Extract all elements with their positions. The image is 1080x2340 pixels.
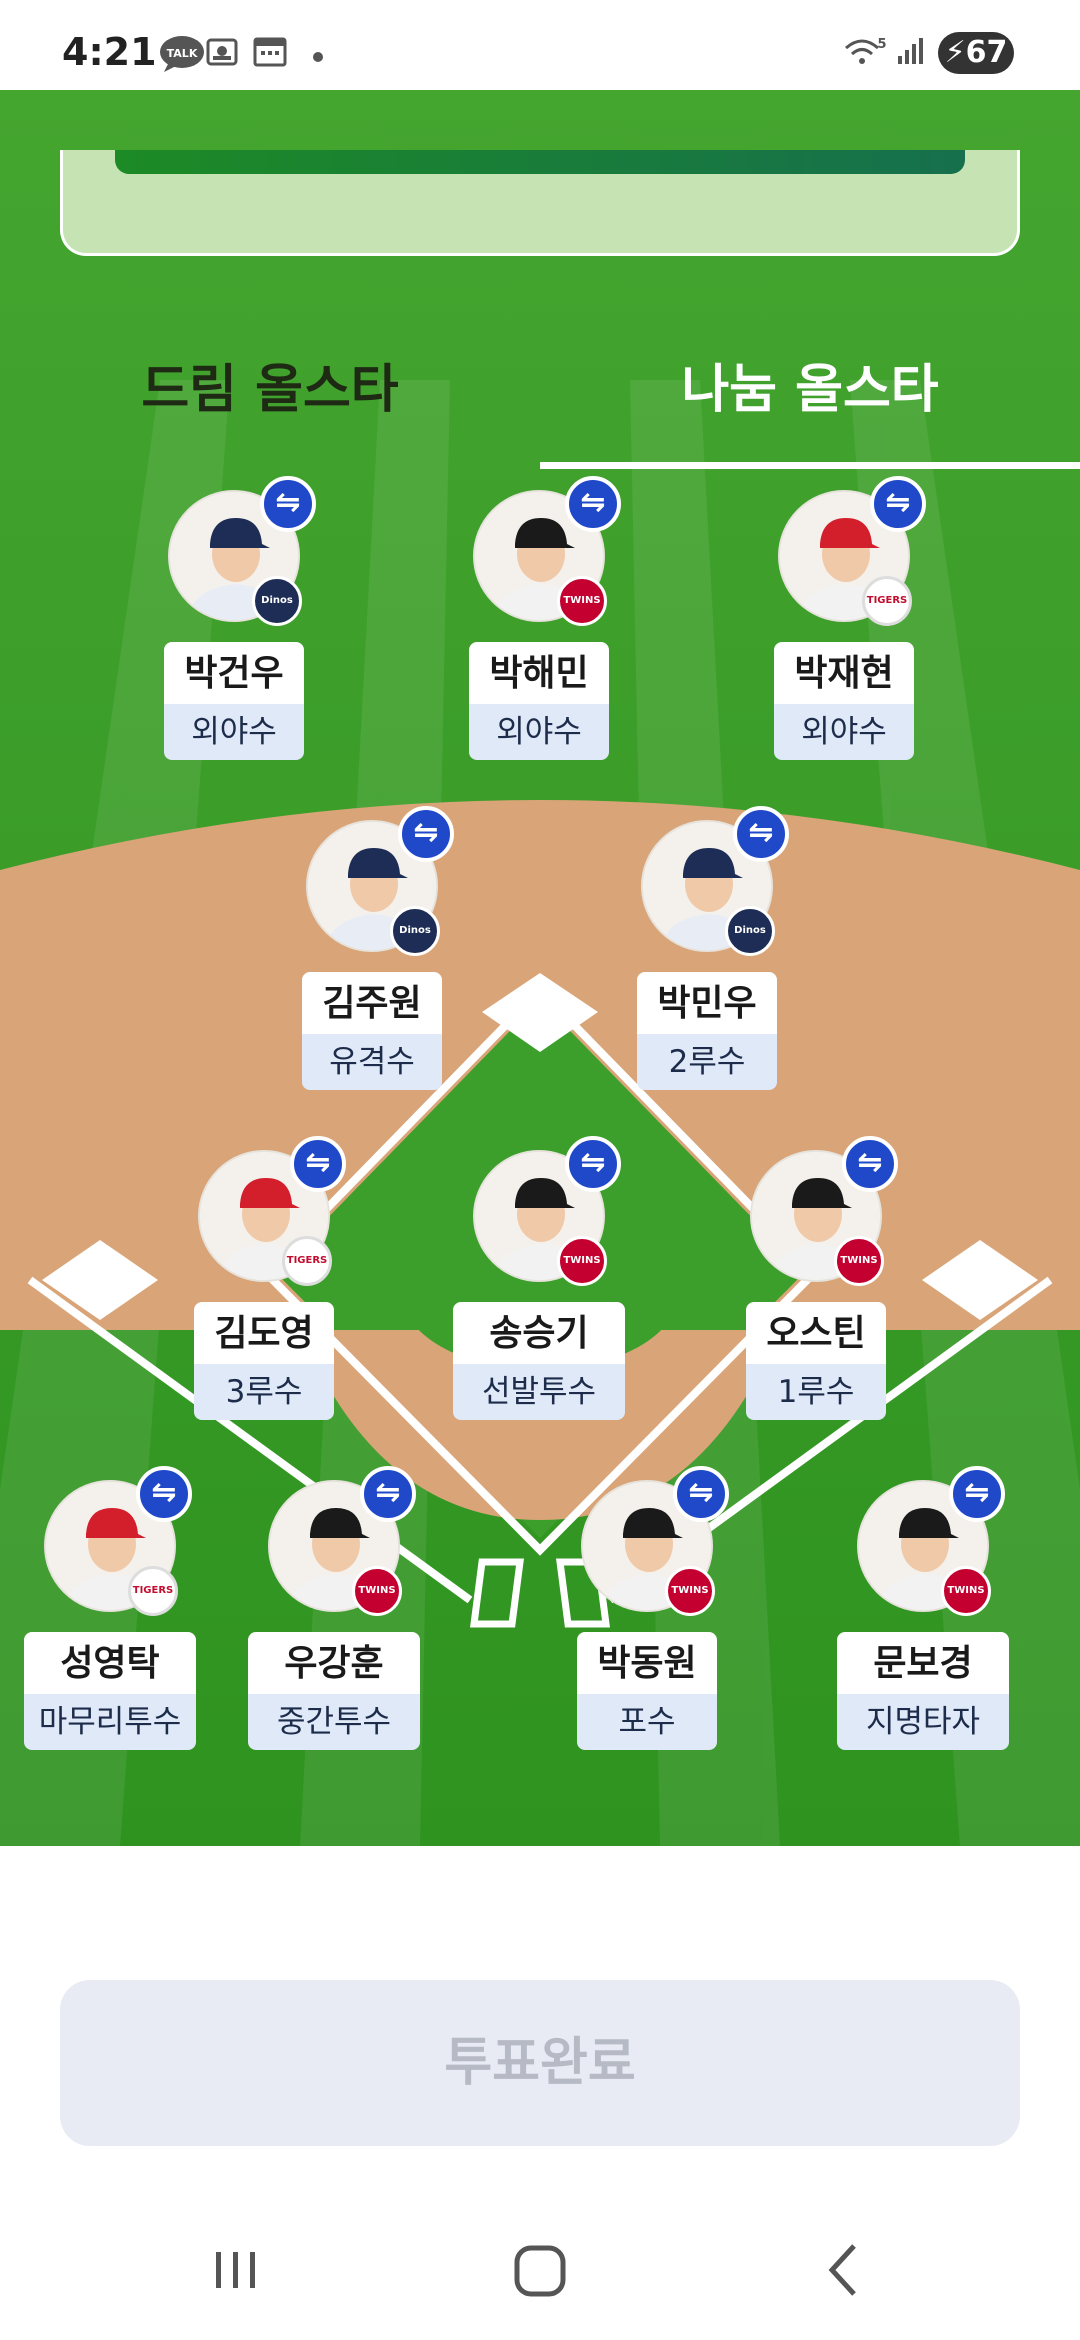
team-logo-icon: Dinos	[252, 576, 302, 626]
player-name: 오스틴	[746, 1302, 886, 1364]
team-logo-icon: TIGERS	[282, 1236, 332, 1286]
team-logo-icon: TWINS	[665, 1566, 715, 1616]
player-name-tag: 오스틴 1루수	[746, 1302, 886, 1420]
player-name-tag: 문보경 지명타자	[837, 1632, 1009, 1750]
player-position: 2루수	[637, 1034, 777, 1090]
battery-charging-icon: ⚡	[944, 35, 966, 70]
player-card[interactable]: ⇋ TWINS 송승기 선발투수	[453, 1136, 625, 1420]
battery-indicator: ⚡67	[938, 32, 1014, 74]
team-logo-icon: TWINS	[557, 1236, 607, 1286]
system-nav-bar	[0, 2200, 1080, 2340]
player-name: 우강훈	[248, 1632, 420, 1694]
recent-apps-icon[interactable]	[196, 2238, 276, 2302]
player-position: 선발투수	[453, 1364, 625, 1420]
team-logo-icon: TWINS	[834, 1236, 884, 1286]
player-name-tag: 박재현 외야수	[774, 642, 914, 760]
player-card[interactable]: ⇋ Dinos 박민우 2루수	[637, 806, 789, 1090]
player-card[interactable]: ⇋ Dinos 김주원 유격수	[302, 806, 454, 1090]
player-name: 송승기	[453, 1302, 625, 1364]
notification-dot-icon	[312, 48, 324, 67]
player-name: 박동원	[577, 1632, 717, 1694]
vote-complete-button[interactable]: 투표완료	[60, 1980, 1020, 2146]
player-card[interactable]: ⇋ Dinos 박건우 외야수	[164, 476, 316, 760]
swap-icon[interactable]: ⇋	[136, 1466, 192, 1522]
baseball-field: 드림 올스타 나눔 올스타 ⇋ Dinos 박건우 외야수 ⇋ TWINS 박해민 외야수 ⇋ T…	[0, 90, 1080, 1846]
team-logo-icon: Dinos	[390, 906, 440, 956]
player-position: 1루수	[746, 1364, 886, 1420]
swap-icon[interactable]: ⇋	[398, 806, 454, 862]
player-position: 유격수	[302, 1034, 442, 1090]
swap-icon[interactable]: ⇋	[565, 1136, 621, 1192]
player-name: 성영탁	[24, 1632, 196, 1694]
player-position: 외야수	[774, 704, 914, 760]
player-card[interactable]: ⇋ TWINS 문보경 지명타자	[837, 1466, 1009, 1750]
status-time: 4:21	[62, 30, 157, 74]
player-card[interactable]: ⇋ TWINS 우강훈 중간투수	[248, 1466, 420, 1750]
swap-icon[interactable]: ⇋	[565, 476, 621, 532]
player-position: 마무리투수	[24, 1694, 196, 1750]
player-name: 박해민	[469, 642, 609, 704]
team-tabs: 드림 올스타 나눔 올스타	[0, 270, 1080, 470]
team-logo-icon: TWINS	[557, 576, 607, 626]
team-logo-icon: TWINS	[352, 1566, 402, 1616]
player-name: 박재현	[774, 642, 914, 704]
tab-dream-allstar[interactable]: 드림 올스타	[0, 270, 540, 470]
wifi-label: 5	[877, 37, 886, 52]
player-name: 문보경	[837, 1632, 1009, 1694]
player-card[interactable]: ⇋ TWINS 오스틴 1루수	[746, 1136, 898, 1420]
player-card[interactable]: ⇋ TWINS 박해민 외야수	[469, 476, 621, 760]
player-position: 포수	[577, 1694, 717, 1750]
player-card[interactable]: ⇋ TIGERS 김도영 3루수	[194, 1136, 346, 1420]
calendar-icon	[252, 34, 288, 74]
player-name-tag: 김주원 유격수	[302, 972, 442, 1090]
battery-level: 67	[965, 35, 1008, 70]
status-bar: 4:21 TALK 5 ⚡67	[0, 0, 1080, 90]
player-name: 박건우	[164, 642, 304, 704]
player-position: 지명타자	[837, 1694, 1009, 1750]
player-name: 박민우	[637, 972, 777, 1034]
top-banner-card	[60, 150, 1020, 256]
tab-selected-underline	[540, 462, 1080, 469]
player-name-tag: 박건우 외야수	[164, 642, 304, 760]
home-icon[interactable]	[500, 2238, 580, 2302]
screenshot-icon	[204, 34, 240, 74]
swap-icon[interactable]: ⇋	[870, 476, 926, 532]
player-card[interactable]: ⇋ TIGERS 박재현 외야수	[774, 476, 926, 760]
player-position: 중간투수	[248, 1694, 420, 1750]
talk-label: TALK	[167, 47, 198, 60]
player-name-tag: 성영탁 마무리투수	[24, 1632, 196, 1750]
team-logo-icon: TWINS	[941, 1566, 991, 1616]
team-logo-icon: Dinos	[725, 906, 775, 956]
swap-icon[interactable]: ⇋	[733, 806, 789, 862]
swap-icon[interactable]: ⇋	[949, 1466, 1005, 1522]
swap-icon[interactable]: ⇋	[360, 1466, 416, 1522]
player-name: 김주원	[302, 972, 442, 1034]
player-name: 김도영	[194, 1302, 334, 1364]
player-card[interactable]: ⇋ TWINS 박동원 포수	[577, 1466, 729, 1750]
swap-icon[interactable]: ⇋	[260, 476, 316, 532]
swap-icon[interactable]: ⇋	[290, 1136, 346, 1192]
player-name-tag: 송승기 선발투수	[453, 1302, 625, 1420]
team-logo-icon: TIGERS	[128, 1566, 178, 1616]
player-position: 3루수	[194, 1364, 334, 1420]
player-name-tag: 우강훈 중간투수	[248, 1632, 420, 1750]
top-banner-bar	[115, 150, 965, 174]
player-name-tag: 박민우 2루수	[637, 972, 777, 1090]
wifi-icon: 5	[842, 34, 888, 78]
team-logo-icon: TIGERS	[862, 576, 912, 626]
back-icon[interactable]	[804, 2238, 884, 2302]
tab-nanum-allstar[interactable]: 나눔 올스타	[540, 270, 1080, 470]
signal-icon	[894, 34, 930, 74]
kakaotalk-icon: TALK	[158, 34, 208, 78]
swap-icon[interactable]: ⇋	[673, 1466, 729, 1522]
app-root: 4:21 TALK 5 ⚡67 드림 올스타 나눔 올스타 ⇋ Dinos 박건…	[0, 0, 1080, 2340]
swap-icon[interactable]: ⇋	[842, 1136, 898, 1192]
player-position: 외야수	[164, 704, 304, 760]
player-name-tag: 박해민 외야수	[469, 642, 609, 760]
player-card[interactable]: ⇋ TIGERS 성영탁 마무리투수	[24, 1466, 196, 1750]
player-position: 외야수	[469, 704, 609, 760]
player-name-tag: 김도영 3루수	[194, 1302, 334, 1420]
player-name-tag: 박동원 포수	[577, 1632, 717, 1750]
